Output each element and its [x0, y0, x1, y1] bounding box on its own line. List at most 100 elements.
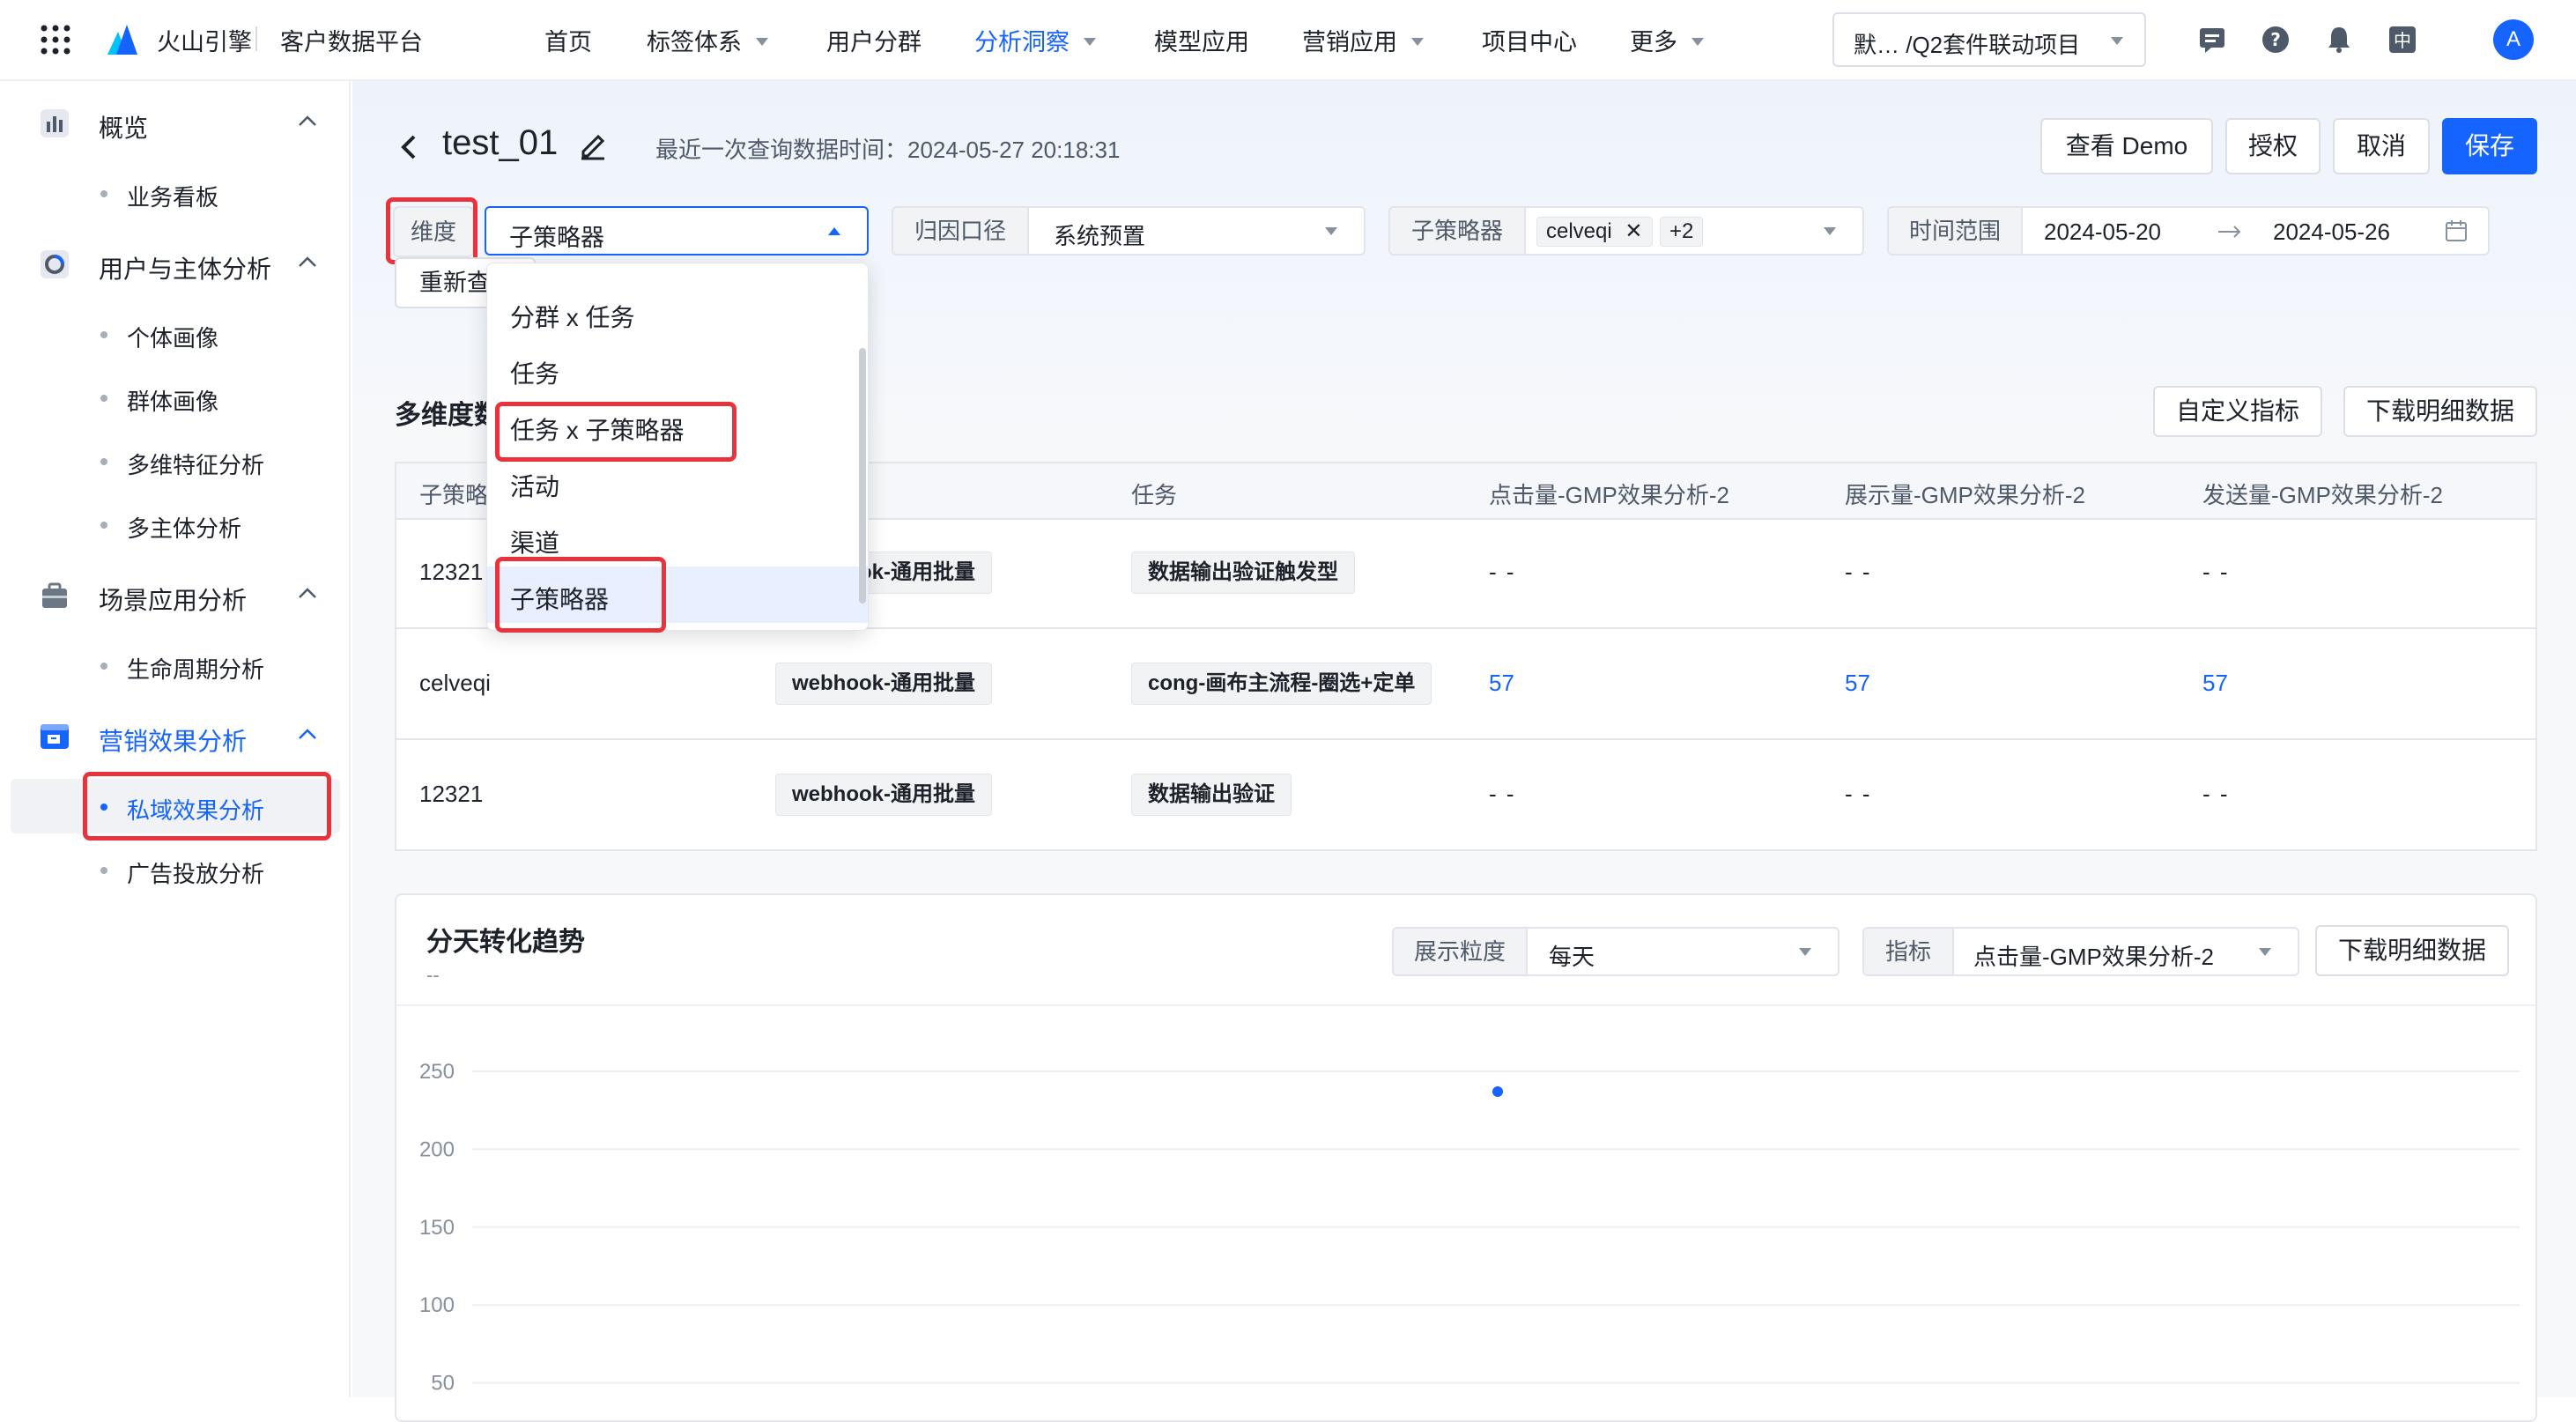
message-icon[interactable]	[2197, 25, 2227, 55]
sidebar-item-ad-delivery-analysis[interactable]: 广告投放分析	[11, 842, 340, 897]
attribution-filter[interactable]: 归因口径 系统预置	[892, 206, 1366, 256]
brand-name[interactable]: 火山引擎	[157, 23, 252, 57]
brand-divider	[255, 26, 257, 51]
save-button[interactable]: 保存	[2442, 118, 2537, 174]
bullet-dot-icon	[100, 663, 107, 670]
bullet-dot-icon	[100, 458, 107, 465]
sidebar-item-group-portrait[interactable]: 群体画像	[11, 370, 340, 425]
y-tick-label: 200	[419, 1137, 455, 1161]
cell-channel-tag: webhook-通用批量	[775, 663, 992, 705]
bullet-dot-icon	[100, 331, 107, 338]
table-row: 12321 webhook-通用批量 数据输出验证 - - - - - -	[396, 740, 2535, 849]
sub-strategy-filter[interactable]: 子策略器 celveqi ✕ +2	[1388, 206, 1864, 256]
cell-impression: - -	[1845, 559, 1872, 585]
nav-user-segmentation[interactable]: 用户分群	[826, 23, 922, 57]
project-selector[interactable]: 默… /Q2套件联动项目	[1832, 12, 2146, 67]
help-icon[interactable]: ?	[2261, 25, 2291, 55]
chevron-down-icon	[756, 38, 768, 47]
user-avatar[interactable]: A	[2493, 19, 2534, 60]
marketing-icon	[41, 724, 69, 749]
cell-click[interactable]: 57	[1489, 670, 1514, 697]
column-header[interactable]: 发送量-GMP效果分析-2	[2202, 478, 2443, 510]
nav-model-application[interactable]: 模型应用	[1154, 23, 1249, 57]
dropdown-scrollbar[interactable]	[859, 348, 866, 604]
cell-sent[interactable]: 57	[2202, 670, 2228, 697]
sidebar-group-overview[interactable]: 概览	[0, 97, 349, 150]
more-tags-badge[interactable]: +2	[1660, 217, 1704, 247]
granularity-filter[interactable]: 展示粒度 每天	[1392, 927, 1839, 976]
column-header[interactable]: 任务	[1131, 478, 1177, 510]
sidebar-item-business-board[interactable]: 业务看板	[11, 166, 340, 220]
bell-icon[interactable]	[2324, 25, 2354, 55]
calendar-icon[interactable]	[2444, 218, 2469, 243]
bullet-dot-icon	[100, 867, 107, 874]
sidebar-item-label: 多维特征分析	[127, 452, 265, 478]
authorize-button[interactable]: 授权	[2225, 118, 2321, 174]
cell-impression[interactable]: 57	[1845, 670, 1870, 697]
sub-strategy-filter-label: 子策略器	[1390, 208, 1526, 254]
download-trend-detail-button[interactable]: 下载明细数据	[2315, 925, 2509, 976]
chevron-up-icon	[299, 115, 316, 126]
nav-tag-system[interactable]: 标签体系	[647, 23, 768, 57]
project-selector-value: 默… /Q2套件联动项目	[1854, 32, 2081, 58]
highlight-box-option	[495, 402, 737, 462]
nav-project-center[interactable]: 项目中心	[1482, 23, 1577, 57]
custom-metric-button[interactable]: 自定义指标	[2153, 386, 2322, 437]
daily-trend-card: 分天转化趋势 -- 展示粒度 每天 指标 点击量-GMP效果分析-2 下载明细数…	[395, 893, 2537, 1422]
dropdown-option[interactable]: 任务	[487, 341, 868, 397]
granularity-filter-label: 展示粒度	[1394, 929, 1528, 974]
sidebar-group-scene-analysis[interactable]: 场景应用分析	[0, 569, 349, 622]
sidebar-item-multi-feature-analysis[interactable]: 多维特征分析	[11, 433, 340, 488]
time-range-end[interactable]: 2024-05-26	[2273, 218, 2390, 246]
sidebar-group-user-subject-analysis[interactable]: 用户与主体分析	[0, 238, 349, 291]
selected-tag[interactable]: celveqi ✕	[1536, 217, 1653, 247]
bar-chart-icon	[41, 109, 69, 137]
metric-filter[interactable]: 指标 点击量-GMP效果分析-2	[1862, 927, 2299, 976]
chevron-down-icon	[1824, 227, 1836, 235]
nav-more[interactable]: 更多	[1630, 23, 1704, 57]
cell-impression: - -	[1845, 781, 1872, 807]
chevron-up-icon	[299, 729, 316, 739]
y-tick-label: 100	[419, 1293, 455, 1317]
download-detail-button[interactable]: 下载明细数据	[2343, 386, 2537, 437]
sidebar-item-multi-subject-analysis[interactable]: 多主体分析	[11, 497, 340, 552]
language-icon[interactable]: 中	[2387, 25, 2417, 55]
dropdown-option[interactable]: 分群 x 任务	[487, 285, 868, 341]
chevron-up-icon	[299, 256, 316, 267]
trend-chart: 250200150100500	[419, 1060, 2520, 1396]
cancel-button[interactable]: 取消	[2333, 118, 2430, 174]
column-header[interactable]: 点击量-GMP效果分析-2	[1489, 478, 1729, 510]
sidebar-group-marketing-effect-analysis[interactable]: 营销效果分析	[0, 710, 349, 763]
app-grid-icon[interactable]	[41, 25, 70, 55]
time-range-start[interactable]: 2024-05-20	[2044, 218, 2161, 246]
attribution-filter-value: 系统预置	[1054, 223, 1146, 249]
view-demo-button[interactable]: 查看 Demo	[2040, 118, 2213, 174]
sidebar-item-label: 多主体分析	[127, 515, 242, 542]
sidebar-item-label: 广告投放分析	[127, 861, 265, 887]
dimension-select[interactable]: 子策略器	[485, 206, 869, 256]
volcengine-logo-icon[interactable]	[104, 21, 141, 58]
time-range-filter[interactable]: 时间范围 2024-05-20 2024-05-26	[1887, 206, 2490, 256]
sidebar-item-lifecycle-analysis[interactable]: 生命周期分析	[11, 638, 340, 692]
y-tick-label: 50	[431, 1372, 455, 1396]
highlight-box-dimension-label	[386, 197, 477, 264]
bullet-dot-icon	[100, 190, 107, 197]
bullet-dot-icon	[100, 522, 107, 529]
back-arrow-icon[interactable]	[398, 132, 421, 162]
edit-pencil-icon[interactable]	[578, 129, 608, 160]
nav-marketing-application[interactable]: 营销应用	[1302, 23, 1424, 57]
sidebar-item-label: 个体画像	[127, 325, 219, 352]
bullet-dot-icon	[100, 395, 107, 402]
data-point[interactable]	[1492, 1085, 1503, 1097]
nav-analysis-insight[interactable]: 分析洞察	[974, 23, 1096, 57]
chevron-down-icon	[2111, 37, 2123, 45]
trend-header-divider	[396, 1004, 2535, 1006]
nav-home[interactable]: 首页	[544, 23, 592, 57]
column-header[interactable]: 展示量-GMP效果分析-2	[1845, 478, 2085, 510]
dropdown-option[interactable]: 活动	[487, 454, 868, 510]
top-navigation-bar: 火山引擎 客户数据平台 首页 标签体系 用户分群 分析洞察 模型应用 营销应用 …	[0, 0, 2576, 81]
chevron-down-icon	[1799, 948, 1811, 956]
sidebar-item-individual-portrait[interactable]: 个体画像	[11, 307, 340, 361]
close-icon[interactable]: ✕	[1625, 219, 1642, 243]
cell-sub-strategy: celveqi	[419, 670, 491, 696]
